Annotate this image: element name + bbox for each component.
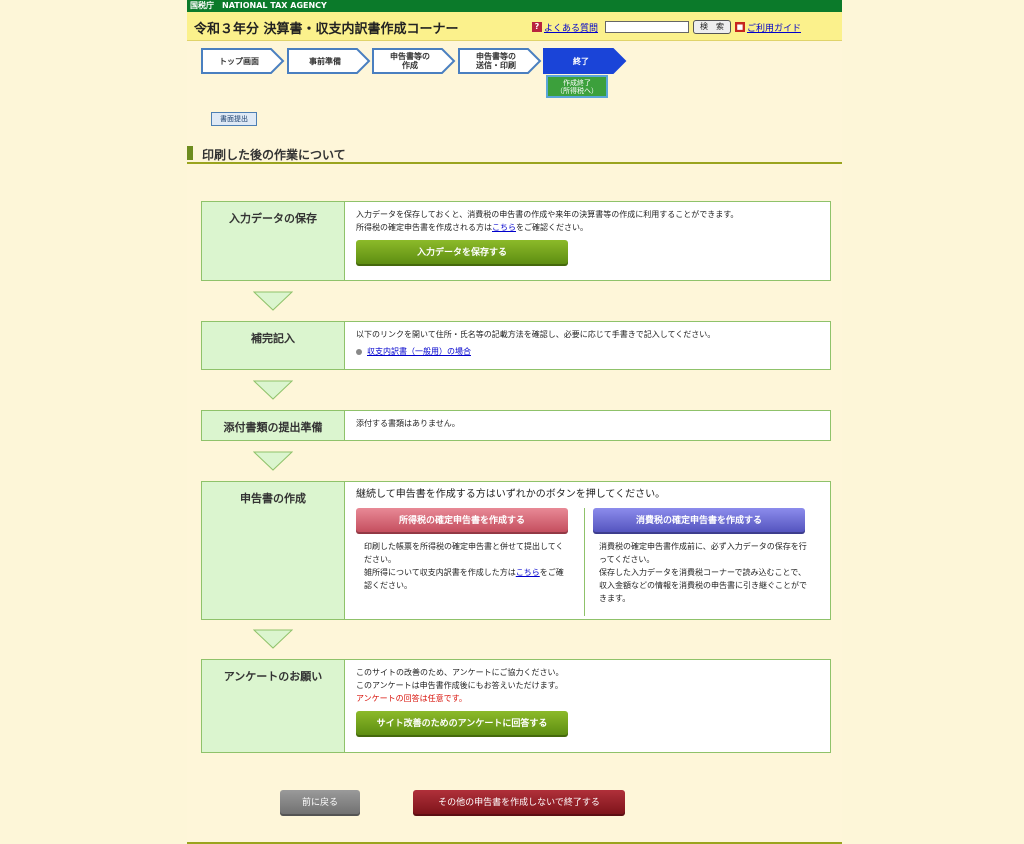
box-text-2: このアンケートは申告書作成後にもお答えいただけます。 xyxy=(356,681,563,690)
box-title: 添付書類の提出準備 xyxy=(202,411,345,440)
agency-bar: 国税庁 NATIONAL TAX AGENCY xyxy=(187,0,842,12)
step-label: 申告書等の 作成 xyxy=(390,52,430,70)
box-text: 以下のリンクを開いて住所・氏名等の記載方法を確認し、必要に応じて手書きで記入して… xyxy=(356,330,716,339)
optional-note: アンケートの回答は任意です。 xyxy=(356,694,467,703)
save-data-button[interactable]: 入力データを保存する xyxy=(356,240,568,266)
box-survey: アンケートのお願い このサイトの改善のため、アンケートにご協力ください。 このア… xyxy=(201,659,831,753)
text-segment: 雑所得について収支内訳書を作成した方は xyxy=(364,568,516,577)
income-text-2: 雑所得について収支内訳書を作成した方はこちらをご確認ください。 xyxy=(364,566,568,592)
box-text-line2: 所得税の確定申告書を作成される方はこちらをご確認ください。 xyxy=(356,221,822,234)
box-content: 以下のリンクを開いて住所・氏名等の記載方法を確認し、必要に応じて手書きで記入して… xyxy=(356,328,822,358)
step-label: トップ画面 xyxy=(219,56,259,66)
down-arrow-icon xyxy=(253,380,293,400)
page-title: 令和３年分 決算書・収支内訳書作成コーナー xyxy=(194,22,459,37)
step-label: 終了 xyxy=(573,56,589,66)
box-content: このサイトの改善のため、アンケートにご協力ください。 このアンケートは申告書作成… xyxy=(356,666,822,737)
button-row: サイト改善のためのアンケートに回答する xyxy=(356,711,822,737)
sub-step-income[interactable]: 作成終了 （所得税へ） xyxy=(546,75,608,98)
question-icon: ? xyxy=(531,22,542,32)
agency-logo[interactable]: 国税庁 NATIONAL TAX AGENCY xyxy=(190,1,327,10)
title-bar: 令和３年分 決算書・収支内訳書作成コーナー ? よくある質問 検 索 ■ ご利用… xyxy=(187,12,842,41)
box-content: 継続して申告書を作成する方はいずれかのボタンを押してください。 所得税の確定申告… xyxy=(356,488,822,616)
box-supplement: 補完記入 以下のリンクを開いて住所・氏名等の記載方法を確認し、必要に応じて手書き… xyxy=(201,321,831,370)
box-title: 補完記入 xyxy=(202,322,345,369)
guide-link[interactable]: ご利用ガイド xyxy=(747,21,801,34)
button-row: 入力データを保存する xyxy=(356,240,822,266)
finish-button[interactable]: その他の申告書を作成しないで終了する xyxy=(413,790,625,816)
box-create: 申告書の作成 継続して申告書を作成する方はいずれかのボタンを押してください。 所… xyxy=(201,481,831,620)
box-text: 入力データを保存しておくと、消費税の申告書の作成や来年の決算書等の作成に利用する… xyxy=(356,210,739,219)
here-link[interactable]: こちら xyxy=(492,223,516,232)
box-content: 入力データを保存しておくと、消費税の申告書の作成や来年の決算書等の作成に利用する… xyxy=(356,208,822,266)
bullet-icon xyxy=(356,348,362,355)
text-segment: をご確認ください。 xyxy=(516,223,588,232)
box-title: 入力データの保存 xyxy=(202,202,345,280)
box-text: このサイトの改善のため、アンケートにご協力ください。 xyxy=(356,668,564,677)
step-label: 申告書等の 送信・印刷 xyxy=(476,52,516,70)
statement-general-link[interactable]: 収支内訳書（一般用）の場合 xyxy=(367,347,471,356)
column-divider xyxy=(584,508,585,616)
income-text: 印刷した帳票を所得税の確定申告書と併せて提出してください。 xyxy=(364,542,564,564)
document-submit-button[interactable]: 書面提出 xyxy=(211,112,257,126)
back-button[interactable]: 前に戻る xyxy=(280,790,360,816)
box-save: 入力データの保存 入力データを保存しておくと、消費税の申告書の作成や来年の決算書… xyxy=(201,201,831,281)
section-marker xyxy=(187,146,193,160)
box-attach: 添付書類の提出準備 添付する書類はありません。 xyxy=(201,410,831,441)
down-arrow-icon xyxy=(253,451,293,471)
income-column: 所得税の確定申告書を作成する 印刷した帳票を所得税の確定申告書と併せて提出してく… xyxy=(356,508,576,592)
down-arrow-icon xyxy=(253,629,293,649)
income-tax-button[interactable]: 所得税の確定申告書を作成する xyxy=(356,508,568,534)
guide-icon: ■ xyxy=(734,22,745,32)
box-lead: 継続して申告書を作成する方はいずれかのボタンを押してください。 xyxy=(356,489,666,500)
consumption-text-2: 保存した入力データを消費税コーナーで読み込むことで、収入金額などの情報を消費税の… xyxy=(599,568,807,603)
text-segment: 所得税の確定申告書を作成される方は xyxy=(356,223,492,232)
box-content: 添付する書類はありません。 xyxy=(356,417,822,430)
search-input[interactable] xyxy=(604,21,689,33)
faq-link[interactable]: よくある質問 xyxy=(544,21,598,34)
search-button[interactable]: 検 索 xyxy=(692,20,731,34)
here-link[interactable]: こちら xyxy=(516,568,540,577)
box-title: アンケートのお願い xyxy=(202,660,345,752)
link-row: 収支内訳書（一般用）の場合 xyxy=(356,345,822,358)
consumption-tax-button[interactable]: 消費税の確定申告書を作成する xyxy=(593,508,805,534)
consumption-text: 消費税の確定申告書作成前に、必ず入力データの保存を行ってください。 xyxy=(599,542,807,564)
box-title: 申告書の作成 xyxy=(202,482,345,619)
section-title: 印刷した後の作業について xyxy=(202,148,346,162)
section-heading: 印刷した後の作業について xyxy=(187,146,842,164)
step-label: 事前準備 xyxy=(309,56,341,66)
header-tools: ? よくある質問 検 索 ■ ご利用ガイド xyxy=(531,20,804,34)
survey-button[interactable]: サイト改善のためのアンケートに回答する xyxy=(356,711,568,737)
down-arrow-icon xyxy=(253,291,293,311)
box-text: 添付する書類はありません。 xyxy=(356,419,460,428)
consumption-column: 消費税の確定申告書を作成する 消費税の確定申告書作成前に、必ず入力データの保存を… xyxy=(593,508,815,605)
